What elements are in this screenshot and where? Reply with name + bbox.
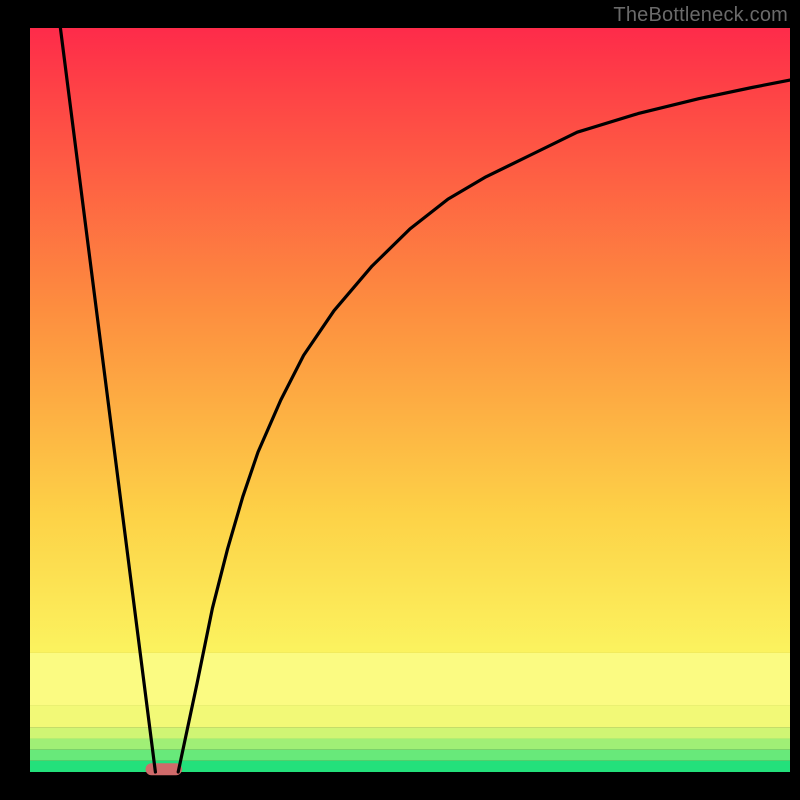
chart-frame: TheBottleneck.com [0, 0, 800, 800]
bottleneck-chart [0, 0, 800, 800]
watermark-text: TheBottleneck.com [613, 4, 788, 27]
